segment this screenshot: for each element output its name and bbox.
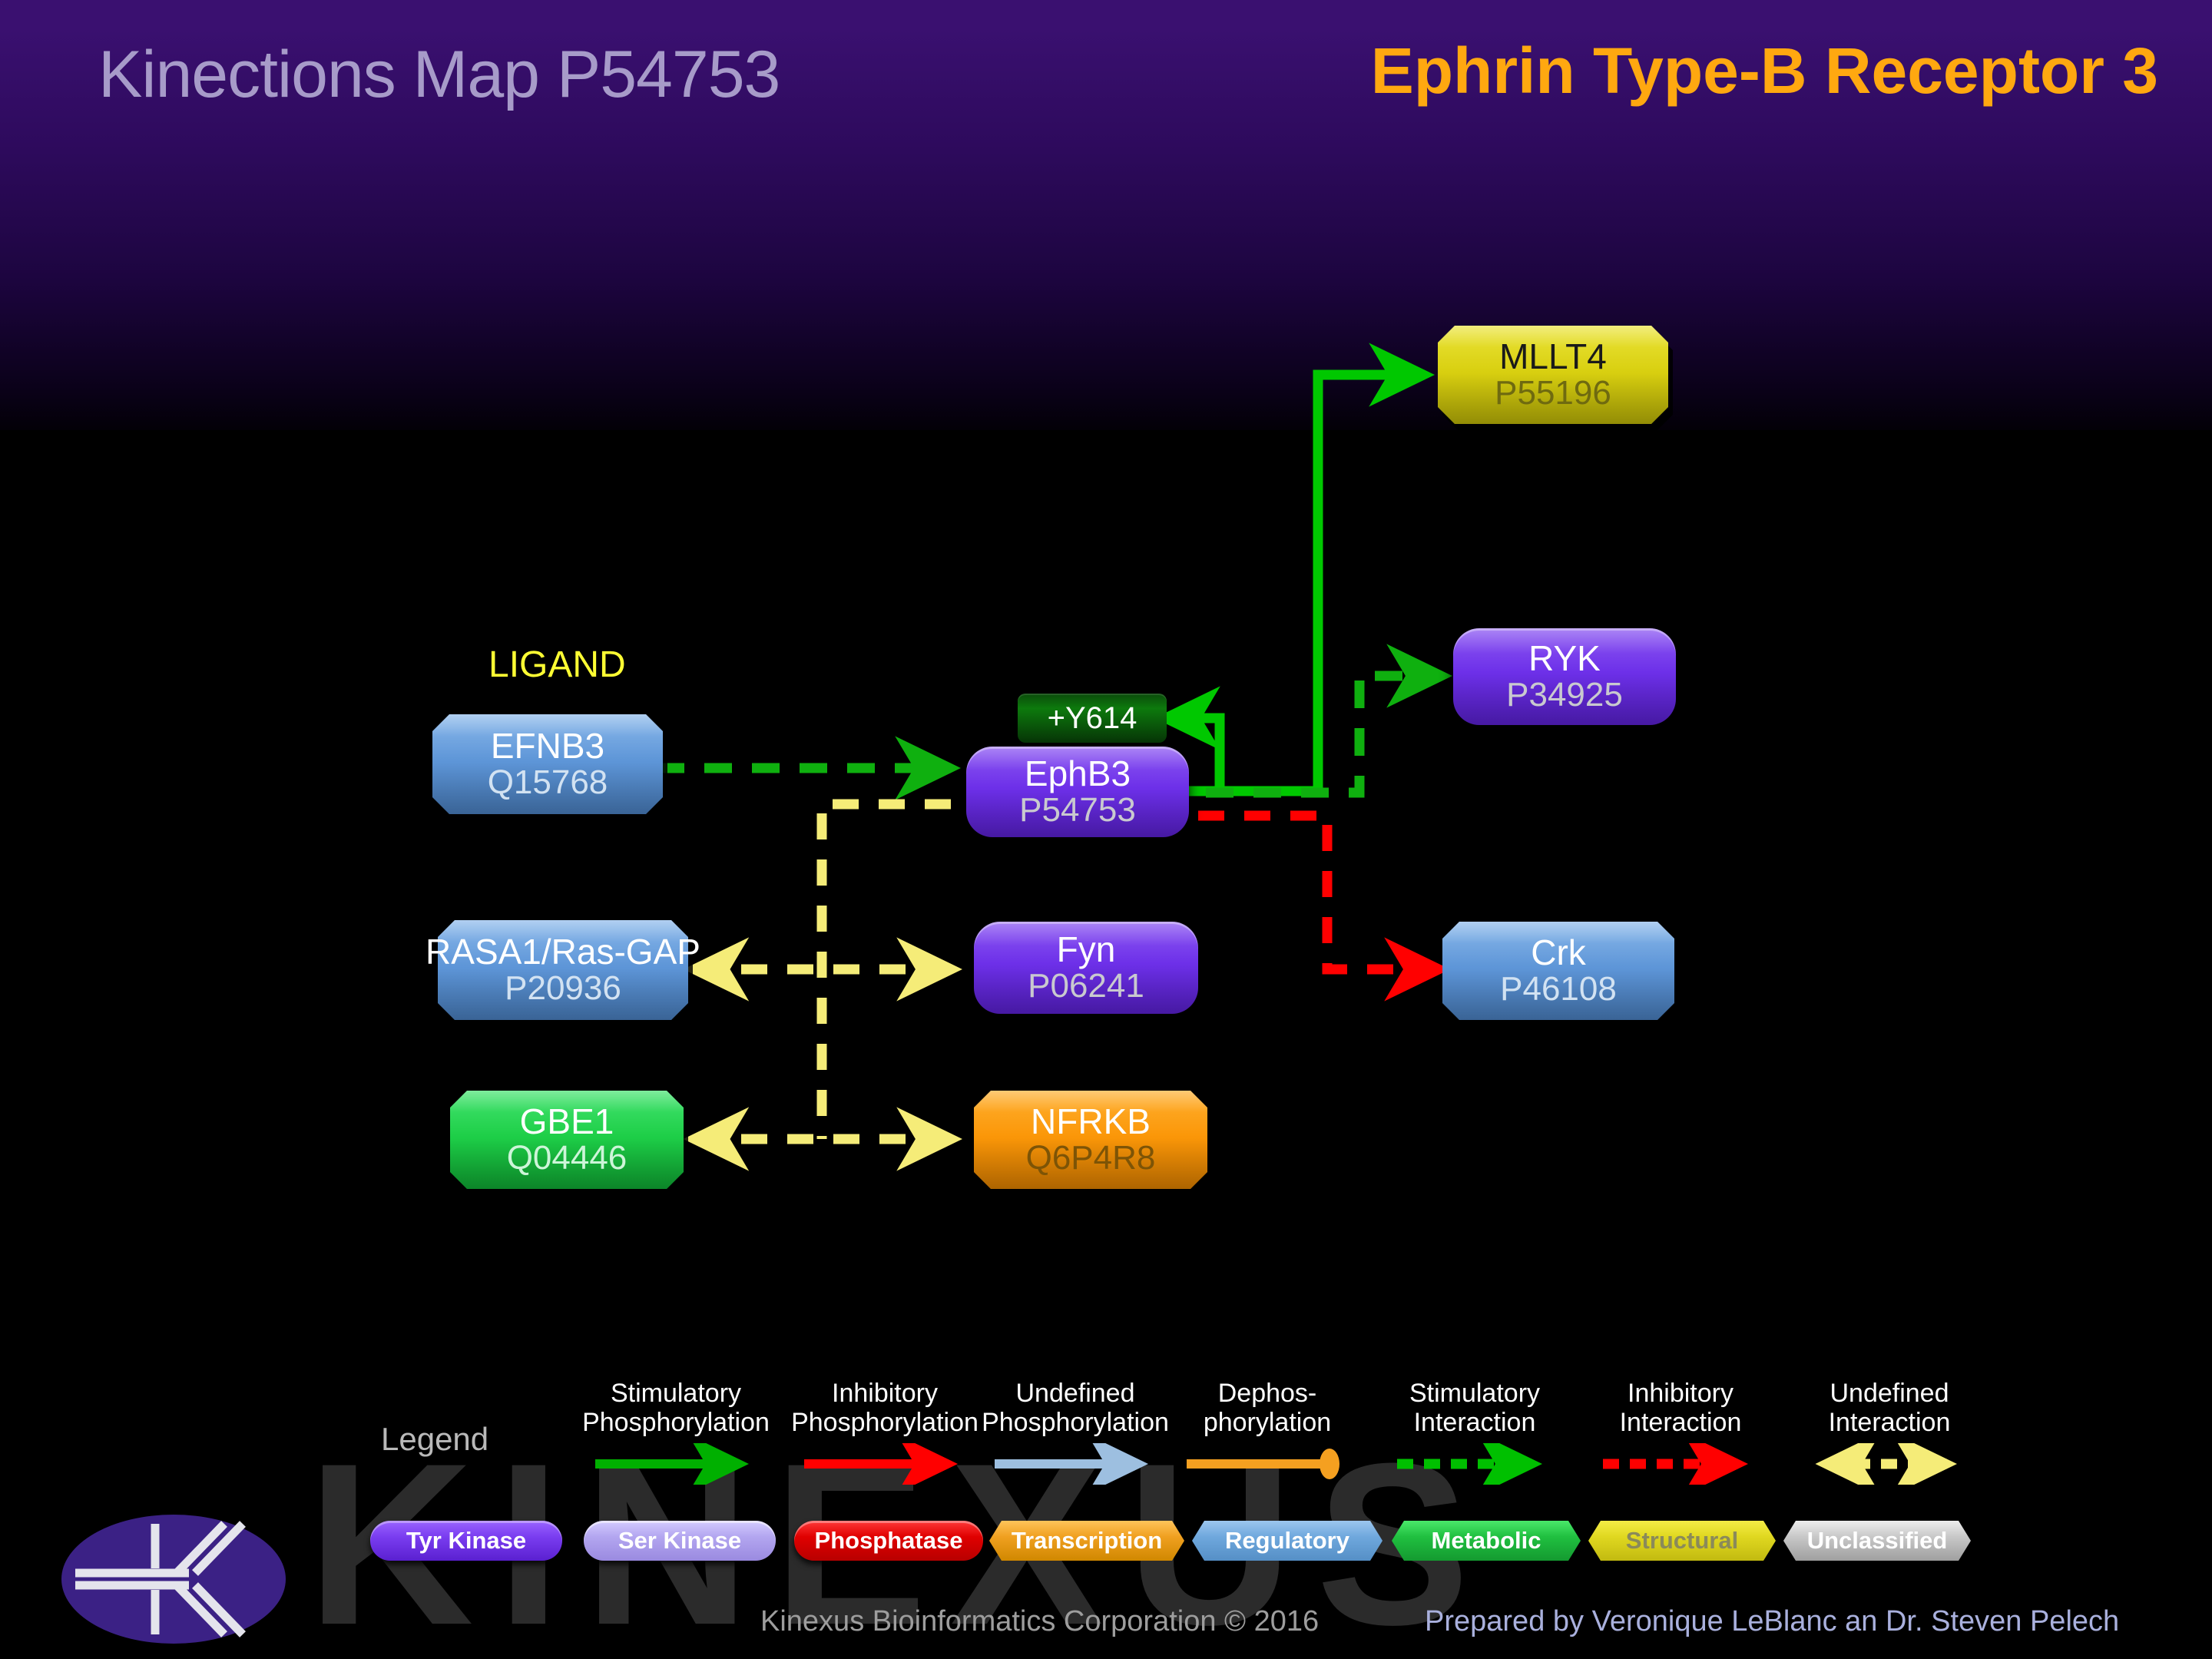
category-pill-metabolic[interactable]: Metabolic [1392,1521,1581,1561]
node-gbe1[interactable]: GBE1 Q04446 [450,1091,684,1189]
pill-label: Structural [1625,1527,1739,1554]
category-pill-tyr-kinase[interactable]: Tyr Kinase [370,1521,562,1561]
legend-item-inhibitory-interaction: Inhibitory Interaction [1581,1379,1780,1486]
legend-label-line2: Interaction [1413,1408,1536,1438]
legend-arrow-ball-orange [1167,1442,1367,1486]
legend-label-line1: Undefined [1015,1379,1135,1408]
category-pill-phosphatase[interactable]: Phosphatase [794,1521,983,1561]
node-accession: Q6P4R8 [1025,1139,1156,1177]
legend-arrow-dashed-green [1375,1442,1575,1486]
legend-arrow-dashed-biarrow-yellow [1790,1442,1989,1486]
phosphosite-badge-y614[interactable]: +Y614 [1018,694,1167,743]
pill-label: Tyr Kinase [406,1527,527,1554]
node-mllt4[interactable]: MLLT4 P55196 [1438,326,1668,424]
legend-item-inhibitory-phosphorylation: Inhibitory Phosphorylation [785,1379,985,1486]
footer-copyright: Kinexus Bioinformatics Corporation © 201… [760,1605,1320,1637]
node-name: GBE1 [519,1101,614,1142]
node-name: EphB3 [1024,753,1131,794]
node-name: Crk [1531,932,1586,973]
category-pill-regulatory[interactable]: Regulatory [1192,1521,1382,1561]
node-accession: P34925 [1506,676,1623,714]
node-fyn[interactable]: Fyn P06241 [974,922,1198,1014]
legend-label-line1: Stimulatory [610,1379,742,1408]
node-accession: P20936 [505,969,621,1008]
legend-label-line2: Phosphorylation [791,1408,979,1438]
node-name: NFRKB [1031,1101,1151,1142]
legend-arrow-dashed-red [1581,1442,1780,1486]
pill-label: Phosphatase [814,1527,963,1554]
node-efnb3[interactable]: EFNB3 Q15768 [432,714,663,814]
legend-item-stimulatory-phosphorylation: Stimulatory Phosphorylation [576,1379,776,1486]
node-ephb3[interactable]: EphB3 P54753 [966,747,1189,837]
legend-label-line2: Interaction [1828,1408,1951,1438]
node-accession: P54753 [1019,791,1136,830]
node-nfrkb[interactable]: NFRKB Q6P4R8 [974,1091,1207,1189]
legend-title: Legend [381,1421,489,1457]
node-crk[interactable]: Crk P46108 [1442,922,1674,1020]
legend-arrow-solid-red [785,1442,985,1486]
legend-arrow-solid-green [576,1442,776,1486]
pill-label: Unclassified [1806,1527,1948,1554]
legend-label-line1: Stimulatory [1409,1379,1541,1408]
pill-label: Regulatory [1225,1527,1349,1554]
kinexus-logo[interactable] [60,1512,287,1647]
page-title: Kinections Map P54753 [98,38,780,111]
node-accession: P06241 [1028,967,1144,1005]
node-accession: P46108 [1500,970,1617,1008]
pill-label: Transcription [1011,1527,1163,1554]
legend-label-line2: Phosphorylation [982,1408,1169,1438]
node-accession: Q04446 [506,1139,628,1177]
node-name: MLLT4 [1499,336,1607,377]
node-rasa1[interactable]: RASA1/Ras-GAP P20936 [426,920,700,1020]
legend-label-line2: Phosphorylation [582,1408,770,1438]
legend-label-line1: Inhibitory [1628,1379,1734,1408]
legend-item-undefined-phosphorylation: Undefined Phosphorylation [975,1379,1175,1486]
node-accession: Q15768 [487,763,608,802]
legend-item-undefined-interaction: Undefined Interaction [1790,1379,1989,1486]
legend-item-dephosphorylation: Dephos- phorylation [1167,1379,1367,1486]
legend-item-stimulatory-interaction: Stimulatory Interaction [1375,1379,1575,1486]
node-name: RYK [1528,638,1601,679]
category-pill-unclassified[interactable]: Unclassified [1783,1521,1971,1561]
node-ryk[interactable]: RYK P34925 [1453,628,1676,725]
kinections-map-slide: KINEXUS Kinections Map P54753 Ephrin Typ… [0,0,2212,1659]
category-pill-ser-kinase[interactable]: Ser Kinase [584,1521,776,1561]
legend-label-line1: Dephos- [1217,1379,1317,1408]
pill-label: Ser Kinase [618,1527,742,1554]
pill-label: Metabolic [1431,1527,1541,1554]
legend-label-line1: Undefined [1830,1379,1949,1408]
footer-prepared-by: Prepared by Veronique LeBlanc an Dr. Ste… [1425,1605,2120,1637]
node-name: RASA1/Ras-GAP [426,932,700,972]
legend-label-line2: phorylation [1203,1408,1332,1438]
node-accession: P55196 [1495,374,1611,412]
legend-arrow-solid-blue [975,1442,1175,1486]
protein-title: Ephrin Type-B Receptor 3 [1370,35,2158,107]
node-name: Fyn [1056,929,1116,970]
legend-label-line1: Inhibitory [832,1379,938,1408]
category-pill-structural[interactable]: Structural [1588,1521,1776,1561]
category-pill-transcription[interactable]: Transcription [989,1521,1184,1561]
node-name: EFNB3 [490,726,605,767]
legend-label-line2: Interaction [1619,1408,1742,1438]
ligand-label: LIGAND [488,644,626,685]
